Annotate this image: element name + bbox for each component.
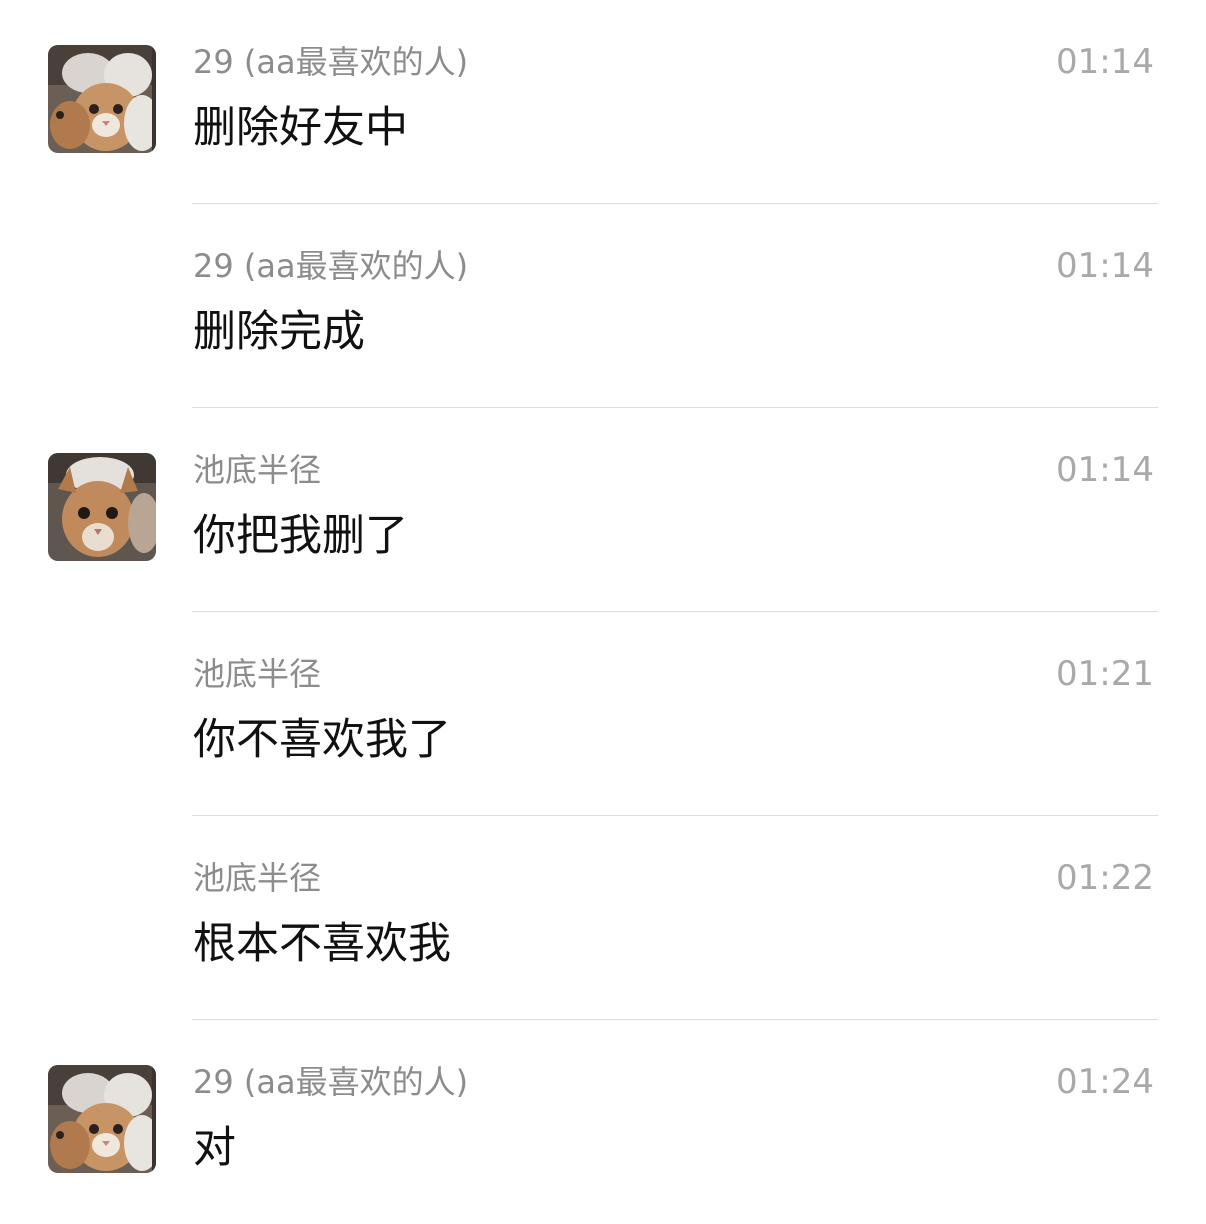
message-time: 01:14 [1056, 246, 1154, 286]
sender-name: 池底半径 [193, 859, 322, 897]
message-item[interactable]: 29 (aa最喜欢的人) 01:14 删除好友中 [0, 0, 1206, 204]
message-time: 01:14 [1056, 42, 1154, 82]
message-text: 根本不喜欢我 [193, 919, 451, 969]
message-time: 01:21 [1056, 654, 1154, 694]
message-item[interactable]: 池底半径 01:21 你不喜欢我了 [0, 612, 1206, 816]
cat-avatar-icon[interactable] [48, 1065, 156, 1173]
message-text: 删除好友中 [193, 103, 408, 153]
sender-name: 池底半径 [193, 451, 322, 489]
message-text: 对 [193, 1123, 236, 1173]
message-item[interactable]: 29 (aa最喜欢的人) 01:24 对 [0, 1020, 1206, 1224]
sender-name: 29 (aa最喜欢的人) [193, 1063, 469, 1101]
message-item[interactable]: 池底半径 01:14 你把我删了 [0, 408, 1206, 612]
message-item[interactable]: 29 (aa最喜欢的人) 01:14 删除完成 [0, 204, 1206, 408]
message-text: 删除完成 [193, 307, 365, 357]
sender-name: 29 (aa最喜欢的人) [193, 247, 469, 285]
cat-avatar-icon[interactable] [48, 45, 156, 153]
sender-name: 29 (aa最喜欢的人) [193, 43, 469, 81]
message-time: 01:22 [1056, 858, 1154, 898]
message-time: 01:24 [1056, 1062, 1154, 1102]
sender-name: 池底半径 [193, 655, 322, 693]
message-text: 你不喜欢我了 [193, 715, 451, 765]
message-item[interactable]: 池底半径 01:22 根本不喜欢我 [0, 816, 1206, 1020]
message-time: 01:14 [1056, 450, 1154, 490]
cat-avatar-icon[interactable] [48, 453, 156, 561]
message-text: 你把我删了 [193, 511, 408, 561]
